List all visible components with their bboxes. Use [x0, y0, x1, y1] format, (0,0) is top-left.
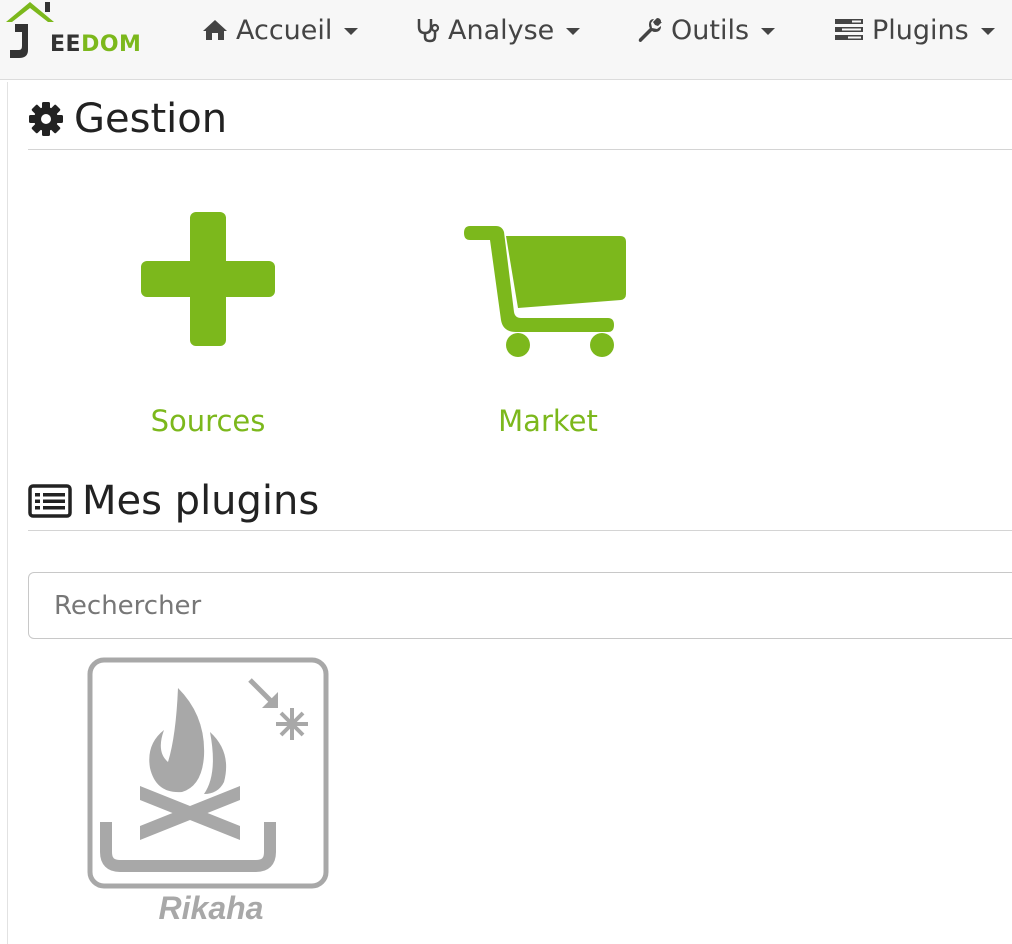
plugin-name: Rikaha: [158, 890, 264, 926]
nav-outils-label: Outils: [671, 14, 750, 46]
left-edge-divider: [0, 82, 8, 944]
divider: [28, 149, 1012, 150]
navbar: EEDOM Accueil Analyse Outils Plugins: [0, 0, 1012, 80]
chevron-down-icon: [761, 28, 776, 35]
nav-plugins[interactable]: Plugins: [834, 10, 995, 50]
logo-text-a: EE: [50, 32, 82, 57]
tasks-icon: [834, 18, 864, 42]
logo-text-b: DOM: [81, 32, 142, 57]
nav-accueil[interactable]: Accueil: [202, 10, 359, 50]
cart-icon: [464, 226, 626, 357]
market-label: Market: [498, 404, 598, 438]
chevron-down-icon: [980, 28, 995, 35]
plugins-title-text: Mes plugins: [82, 478, 320, 524]
nav-analyse-label: Analyse: [448, 14, 555, 46]
wrench-icon: [637, 17, 663, 43]
gestion-title-text: Gestion: [74, 96, 228, 142]
search-input[interactable]: [28, 572, 1012, 639]
nav-analyse[interactable]: Analyse: [416, 10, 581, 50]
nav-accueil-label: Accueil: [236, 14, 333, 46]
gestion-title: Gestion: [28, 96, 227, 142]
plus-icon: [141, 212, 275, 346]
plugin-card-rikaha[interactable]: Rikaha: [86, 656, 336, 941]
divider: [28, 530, 1012, 531]
stove-icon: [87, 657, 329, 889]
plugins-title: Mes plugins: [28, 478, 319, 524]
chevron-down-icon: [344, 28, 359, 35]
sources-label: Sources: [150, 404, 266, 438]
home-icon: [202, 19, 228, 41]
stethoscope-icon: [416, 17, 440, 43]
nav-outils[interactable]: Outils: [637, 10, 776, 50]
jeedom-logo[interactable]: EEDOM: [4, 0, 154, 62]
nav-plugins-label: Plugins: [872, 14, 969, 46]
gear-icon: [28, 101, 64, 137]
chevron-down-icon: [566, 28, 581, 35]
list-icon: [28, 484, 72, 518]
logo-text: EEDOM: [50, 32, 141, 57]
